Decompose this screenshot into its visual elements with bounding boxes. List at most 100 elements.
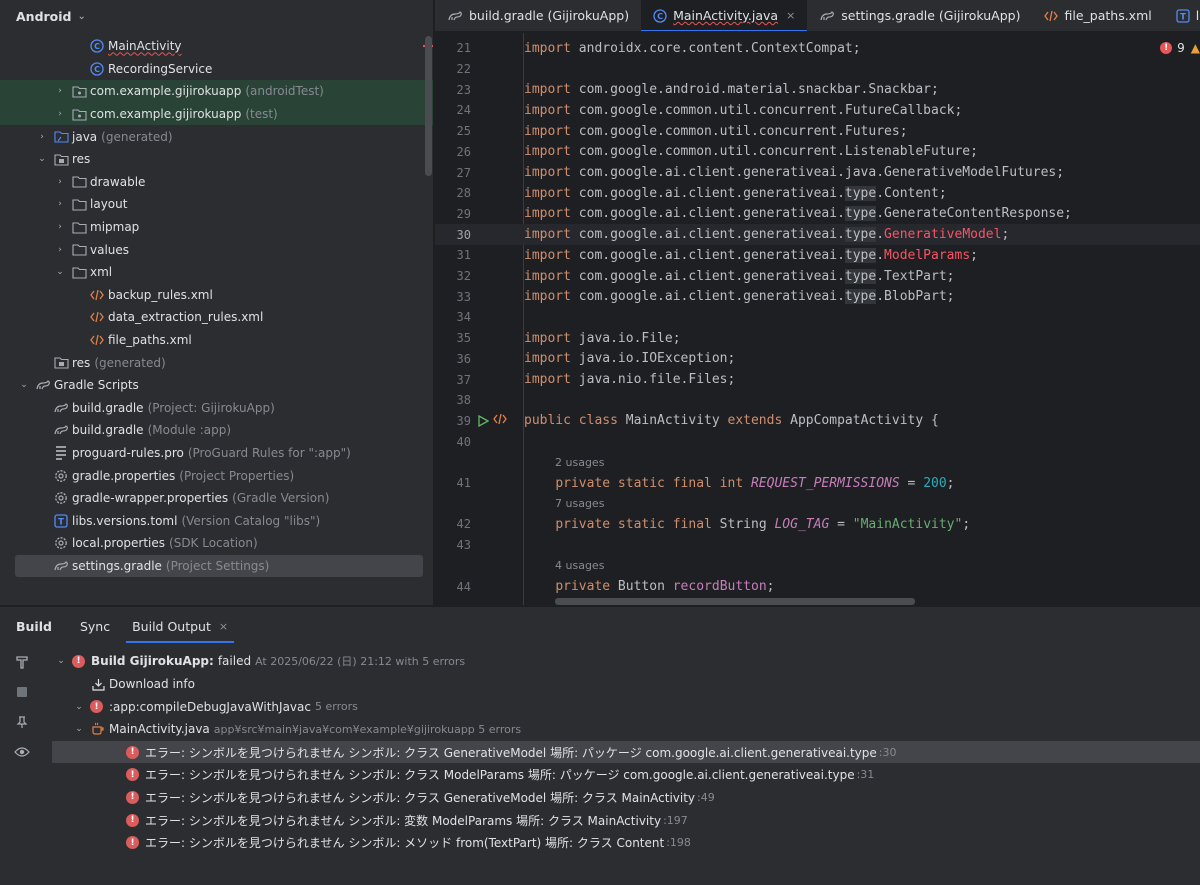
tree-item[interactable]: › drawable <box>0 171 433 194</box>
code-line[interactable]: 30 import com.google.ai.client.generative… <box>435 224 1200 245</box>
chevron-right-icon[interactable]: › <box>53 177 67 187</box>
close-icon[interactable]: × <box>219 620 228 633</box>
code-line[interactable]: 31 import com.google.ai.client.generative… <box>435 245 1200 266</box>
tree-item[interactable]: res (generated) <box>0 351 433 374</box>
chevron-right-icon[interactable]: › <box>53 199 67 209</box>
code-line[interactable]: 25 import com.google.common.util.concurre… <box>435 121 1200 142</box>
code-line[interactable]: 26 import com.google.common.util.concurre… <box>435 142 1200 163</box>
build-node[interactable]: ! エラー: シンボルを見つけられません シンボル: クラス Generative… <box>52 786 1200 809</box>
tree-item[interactable]: C MainActivity <box>0 35 433 58</box>
project-scrollbar[interactable] <box>425 36 432 176</box>
usages-hint[interactable]: 2 usages <box>435 452 1200 473</box>
chevron-down-icon[interactable]: ⌄ <box>72 724 86 734</box>
code-line[interactable]: 27 import com.google.ai.client.generative… <box>435 162 1200 183</box>
stop-icon[interactable] <box>0 677 44 707</box>
hammer-icon[interactable] <box>0 647 44 677</box>
code-line[interactable]: 22 <box>435 59 1200 80</box>
build-node[interactable]: ! エラー: シンボルを見つけられません シンボル: クラス Generative… <box>52 740 1200 764</box>
tree-item[interactable]: backup_rules.xml <box>0 284 433 307</box>
tree-item[interactable]: ⌄ res <box>0 148 433 171</box>
tree-item[interactable]: proguard-rules.pro (ProGuard Rules for ":… <box>0 442 433 465</box>
editor-tab[interactable]: C MainActivity.java × <box>641 0 808 31</box>
editor-tab[interactable]: settings.gradle (GijirokuApp) <box>807 0 1032 31</box>
pin-icon[interactable] <box>0 707 44 737</box>
code-line[interactable]: 33 import com.google.ai.client.generative… <box>435 286 1200 307</box>
tree-item[interactable]: local.properties (SDK Location) <box>0 532 433 555</box>
eye-icon[interactable] <box>0 737 44 767</box>
code-line[interactable]: 43 <box>435 535 1200 556</box>
chevron-right-icon[interactable]: › <box>53 86 67 96</box>
xml-file-icon[interactable] <box>493 413 507 428</box>
tree-item[interactable]: data_extraction_rules.xml <box>0 306 433 329</box>
code-line[interactable]: 23 import com.google.android.material.sna… <box>435 79 1200 100</box>
code-line[interactable]: 28 import com.google.ai.client.generative… <box>435 183 1200 204</box>
tree-item[interactable]: gradle.properties (Project Properties) <box>0 464 433 487</box>
tree-item[interactable]: › java (generated) <box>0 125 433 148</box>
editor-tab[interactable]: Tlibs.versions.toml <box>1164 0 1200 31</box>
editor-tab[interactable]: build.gradle (GijirokuApp) <box>435 0 641 31</box>
chevron-right-icon[interactable]: › <box>53 245 67 255</box>
code-line[interactable]: 32 import com.google.ai.client.generative… <box>435 266 1200 287</box>
build-node[interactable]: ⌄!:app:compileDebugJavaWithJavac 5 errors <box>52 695 1200 718</box>
tree-item[interactable]: build.gradle (Project: GijirokuApp) <box>0 397 433 420</box>
tree-item[interactable]: › values <box>0 238 433 261</box>
code-line[interactable]: 36 import java.io.IOException; <box>435 349 1200 370</box>
editor-tab-label: file_paths.xml <box>1064 8 1152 23</box>
build-node[interactable]: ! エラー: シンボルを見つけられません シンボル: クラス ModelParam… <box>52 763 1200 786</box>
usages-count[interactable]: 4 usages <box>555 559 604 572</box>
tree-item[interactable]: › com.example.gijirokuapp (androidTest) <box>0 80 433 103</box>
code-line[interactable]: 21 import androidx.core.content.ContextCo… <box>435 38 1200 59</box>
code-line[interactable]: 37 import java.nio.file.Files; <box>435 369 1200 390</box>
tree-item[interactable]: › mipmap <box>0 216 433 239</box>
inspection-widget[interactable]: ! 9 ▲ <box>1160 41 1200 55</box>
tree-item[interactable]: settings.gradle (Project Settings) <box>15 554 423 578</box>
tree-item[interactable]: gradle-wrapper.properties (Gradle Version… <box>0 487 433 510</box>
chevron-down-icon[interactable]: ⌄ <box>54 656 68 666</box>
build-node[interactable]: ! エラー: シンボルを見つけられません シンボル: 変数 ModelParams… <box>52 809 1200 832</box>
tree-item[interactable]: › com.example.gijirokuapp (test) <box>0 102 433 126</box>
run-gutter-icon[interactable] <box>477 414 489 427</box>
code-line[interactable]: 40 <box>435 431 1200 452</box>
chevron-down-icon[interactable]: ⌄ <box>35 154 49 164</box>
usages-count[interactable]: 7 usages <box>555 497 604 510</box>
build-node[interactable]: Download info <box>52 673 1200 696</box>
close-icon[interactable]: × <box>786 9 795 22</box>
chevron-down-icon[interactable]: ⌄ <box>53 267 67 277</box>
chevron-right-icon[interactable]: › <box>53 109 67 119</box>
code-line[interactable]: 34 <box>435 307 1200 328</box>
tree-item-label: res <box>72 355 91 370</box>
code-line[interactable]: 24 import com.google.common.util.concurre… <box>435 100 1200 121</box>
tree-item-label: java <box>72 129 98 144</box>
project-view-selector[interactable]: Android ⌄ <box>0 0 433 32</box>
tree-item[interactable]: file_paths.xml <box>0 329 433 352</box>
build-node[interactable]: ⌄ MainActivity.java app¥src¥main¥java¥com¥… <box>52 718 1200 741</box>
build-tab[interactable]: Sync <box>80 607 110 645</box>
code-line[interactable]: 44 private Button recordButton; <box>435 576 1200 597</box>
tree-item[interactable]: ⌄ Gradle Scripts <box>0 374 433 397</box>
build-tab[interactable]: Build Output × <box>126 607 235 645</box>
chevron-right-icon[interactable]: › <box>35 132 49 142</box>
usages-count[interactable]: 2 usages <box>555 456 604 469</box>
chevron-down-icon[interactable]: ⌄ <box>72 702 86 712</box>
code-line[interactable]: 41 private static final int REQUEST_PERM… <box>435 473 1200 494</box>
usages-hint[interactable]: 7 usages <box>435 493 1200 514</box>
tree-item[interactable]: ⌄ xml <box>0 261 433 284</box>
code-editor[interactable]: 21 import androidx.core.content.ContextCo… <box>435 33 1200 605</box>
tree-item[interactable]: build.gradle (Module :app) <box>0 419 433 442</box>
chevron-right-icon[interactable]: › <box>53 222 67 232</box>
editor-tab[interactable]: file_paths.xml <box>1032 0 1163 31</box>
build-node[interactable]: ! エラー: シンボルを見つけられません シンボル: メソッド from(Text… <box>52 832 1200 855</box>
editor-horizontal-scrollbar[interactable] <box>555 598 915 605</box>
build-node[interactable]: ⌄! Build GijirokuApp: failed At 2025/06/22 … <box>52 650 1200 673</box>
settings-file-icon <box>53 535 69 551</box>
tree-item[interactable]: C RecordingService <box>0 58 433 81</box>
tree-item[interactable]: › layout <box>0 193 433 216</box>
code-line[interactable]: 29 import com.google.ai.client.generative… <box>435 204 1200 225</box>
code-line[interactable]: 42 private static final String LOG_TAG =… <box>435 514 1200 535</box>
code-line[interactable]: 39 public class MainActivity extends AppC… <box>435 411 1200 432</box>
chevron-down-icon[interactable]: ⌄ <box>17 380 31 390</box>
tree-item[interactable]: Tlibs.versions.toml (Version Catalog "lib… <box>0 509 433 532</box>
code-line[interactable]: 35 import java.io.File; <box>435 328 1200 349</box>
code-line[interactable]: 38 <box>435 390 1200 411</box>
usages-hint[interactable]: 4 usages <box>435 556 1200 577</box>
